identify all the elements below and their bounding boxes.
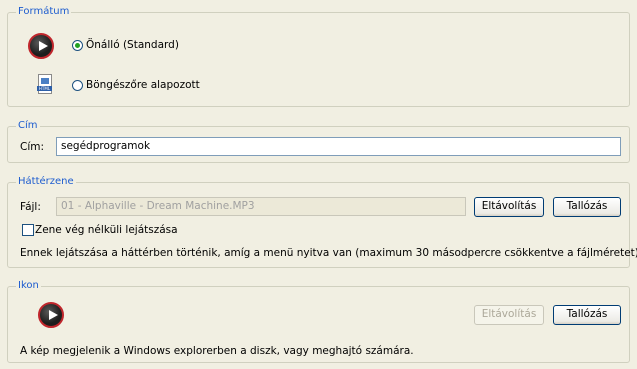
browse-icon-button[interactable]: Tallózás xyxy=(553,305,621,325)
loop-music-checkbox[interactable] xyxy=(22,224,34,236)
loop-music-label[interactable]: Zene vég nélküli lejátszása xyxy=(35,224,178,237)
icon-group-title: Ikon xyxy=(16,280,41,292)
html-document-icon: HTML xyxy=(37,74,52,94)
title-group: Cím Cím: segédprogramok xyxy=(7,120,630,163)
remove-icon-button[interactable]: Eltávolítás xyxy=(474,305,544,325)
html-document-tag: HTML xyxy=(37,86,52,91)
background-music-group-title: Háttérzene xyxy=(16,176,76,188)
music-file-input[interactable]: 01 - Alphaville - Dream Machine.MP3 xyxy=(56,197,466,216)
radio-browser-based-label[interactable]: Böngészőre alapozott xyxy=(86,79,200,92)
radio-standalone[interactable] xyxy=(72,40,83,51)
html-document-picture-icon xyxy=(41,78,49,84)
icon-info: A kép megjelenik a Windows explorerben a… xyxy=(20,345,414,357)
background-music-info: Ennek lejátszása a háttérben történik, a… xyxy=(20,247,637,259)
remove-music-button[interactable]: Eltávolítás xyxy=(474,197,544,217)
file-label: Fájl: xyxy=(20,201,41,213)
disc-icon-preview xyxy=(38,302,64,328)
browse-music-button[interactable]: Tallózás xyxy=(553,197,621,217)
radio-browser-based[interactable] xyxy=(72,80,83,91)
radio-standalone-label[interactable]: Önálló (Standard) xyxy=(86,39,179,52)
standalone-play-icon xyxy=(28,33,54,59)
icon-group: Ikon Eltávolítás Tallózás A kép megjelen… xyxy=(7,280,630,363)
format-group: Formátum Önálló (Standard) HTML Böngésző… xyxy=(7,6,630,107)
settings-panel: Formátum Önálló (Standard) HTML Böngésző… xyxy=(0,0,637,369)
format-group-title: Formátum xyxy=(16,6,72,18)
title-group-title: Cím xyxy=(16,120,40,132)
title-input[interactable]: segédprogramok xyxy=(56,137,621,156)
title-field-label: Cím: xyxy=(20,141,45,153)
background-music-group: Háttérzene Fájl: 01 - Alphaville - Dream… xyxy=(7,176,637,268)
